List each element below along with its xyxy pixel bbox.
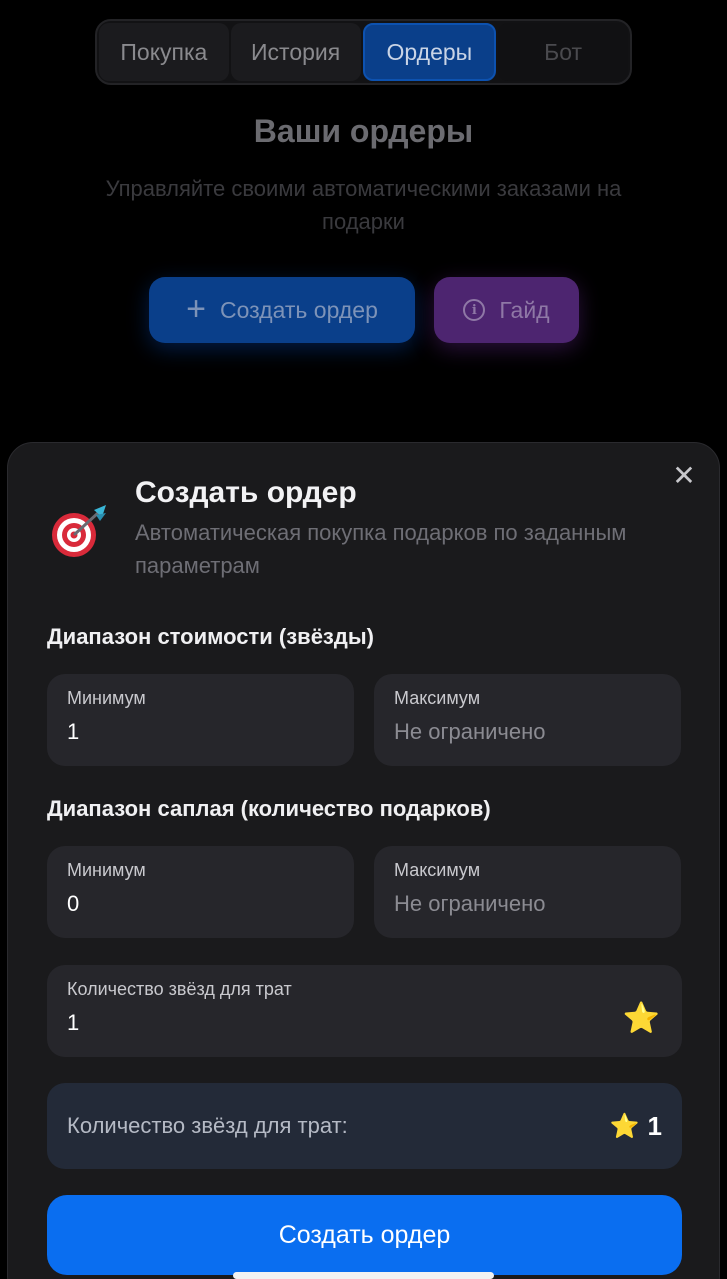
guide-button[interactable]: i Гайд <box>434 277 579 343</box>
stars-summary-label: Количество звёзд для трат: <box>67 1113 348 1138</box>
close-icon[interactable]: ✕ <box>671 462 697 490</box>
tab-purchase[interactable]: Покупка <box>99 23 229 81</box>
supply-range-label: Диапазон саплая (количество подарков) <box>47 796 491 821</box>
stars-summary: Количество звёзд для трат: ⭐ 1 <box>47 1083 682 1169</box>
stars-amount-input[interactable]: 1 <box>67 1010 662 1036</box>
supply-min-label: Минимум <box>67 860 146 880</box>
create-order-label: Создать ордер <box>220 296 378 323</box>
price-max-input[interactable]: Не ограничено <box>394 719 661 745</box>
submit-create-order-button[interactable]: Создать ордер <box>47 1195 682 1275</box>
tab-bar: Покупка История Ордеры Бот <box>95 19 632 85</box>
price-min-field[interactable]: Минимум 1 <box>47 674 354 766</box>
stars-amount-label: Количество звёзд для трат <box>67 979 292 999</box>
stars-amount-field[interactable]: Количество звёзд для трат 1 ⭐ <box>47 965 682 1057</box>
tab-bot[interactable]: Бот <box>498 23 628 81</box>
stars-summary-value: ⭐ 1 <box>610 1111 662 1142</box>
supply-max-field[interactable]: Максимум Не ограничено <box>374 846 681 938</box>
tab-orders[interactable]: Ордеры <box>362 23 497 81</box>
sheet-title: Создать ордер <box>135 476 357 509</box>
sheet-subtitle: Автоматическая покупка подарков по задан… <box>135 520 627 578</box>
create-order-button[interactable]: + Создать ордер <box>149 277 415 343</box>
page-title: Ваши ордеры <box>253 113 474 149</box>
supply-min-field[interactable]: Минимум 0 <box>47 846 354 938</box>
supply-max-input[interactable]: Не ограничено <box>394 891 661 917</box>
price-min-input[interactable]: 1 <box>67 719 334 745</box>
price-range-label: Диапазон стоимости (звёзды) <box>47 624 374 649</box>
tab-history[interactable]: История <box>230 23 361 81</box>
plus-icon: + <box>186 289 206 328</box>
create-order-sheet: ✕ Создать ордер Автоматическая покупка п… <box>7 442 720 1279</box>
stars-summary-number: 1 <box>647 1110 662 1141</box>
page-subtitle: Управляйте своими автоматическими заказа… <box>105 176 622 234</box>
supply-max-label: Максимум <box>394 860 481 880</box>
price-max-field[interactable]: Максимум Не ограничено <box>374 674 681 766</box>
info-icon: i <box>463 299 486 321</box>
star-icon: ⭐ <box>609 1112 640 1140</box>
supply-min-input[interactable]: 0 <box>67 891 334 917</box>
dart-target-icon <box>52 505 106 557</box>
price-min-label: Минимум <box>67 688 146 708</box>
price-max-label: Максимум <box>394 688 481 708</box>
guide-label: Гайд <box>499 296 550 323</box>
star-icon: ⭐ <box>622 1002 660 1035</box>
home-indicator <box>233 1272 494 1279</box>
